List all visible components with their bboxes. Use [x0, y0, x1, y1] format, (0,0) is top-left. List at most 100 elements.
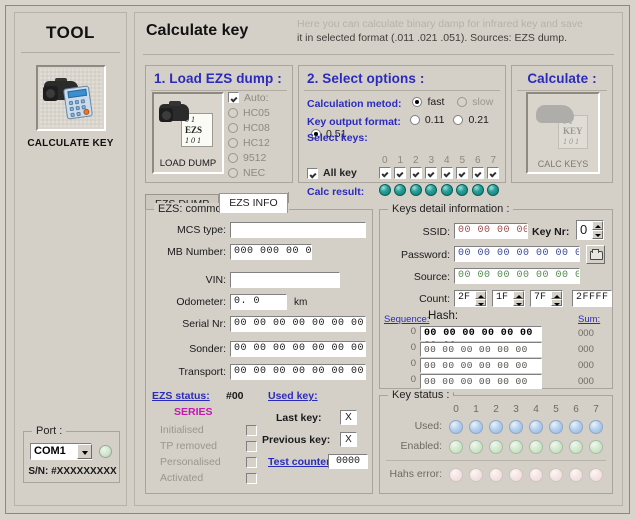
- key-status-indicators: [446, 440, 606, 454]
- transport-input[interactable]: 00 00 00 00 00 00 00 00: [230, 364, 366, 380]
- odometer-input[interactable]: 0. 0: [230, 294, 287, 310]
- spinner-buttons[interactable]: [513, 291, 524, 306]
- spinner-up-icon[interactable]: [513, 291, 524, 299]
- vin-input[interactable]: [230, 272, 340, 288]
- key-checkbox-2[interactable]: [409, 167, 422, 179]
- tab-ezs-info[interactable]: EZS INFO: [219, 193, 288, 213]
- hash-error-indicator-5: [549, 468, 563, 482]
- flag-checkbox-tp-removed[interactable]: [246, 441, 257, 452]
- radio-icon[interactable]: [228, 137, 238, 148]
- cpu-option-9512[interactable]: 9512: [228, 150, 290, 165]
- method-option-fast[interactable]: fast: [412, 96, 444, 108]
- radio-icon[interactable]: [228, 167, 238, 178]
- cpu-option-hc08[interactable]: HC08: [228, 120, 290, 135]
- enabled-indicator-0: [449, 440, 463, 454]
- source-input[interactable]: 00 00 00 00 00 00 00 00: [454, 268, 580, 284]
- radio-icon[interactable]: [228, 122, 238, 133]
- spinner-buttons[interactable]: [551, 291, 562, 306]
- ssid-input[interactable]: 00 00 00 00: [454, 223, 528, 239]
- hash-value-0[interactable]: 00 00 00 00 00 00 00 00: [420, 326, 542, 352]
- radio-icon[interactable]: [228, 107, 238, 118]
- auto-checkbox[interactable]: [228, 92, 239, 103]
- key-checkbox-0[interactable]: [378, 167, 391, 179]
- test-counter-link[interactable]: Test counter:: [268, 456, 334, 468]
- all-key-checkbox[interactable]: [307, 167, 318, 179]
- serial-nr-label: Serial Nr:: [182, 318, 226, 330]
- hash-error-indicator-6: [569, 468, 583, 482]
- load-dump-button[interactable]: 0 1 EZS 1 0 1 LOAD DUMP: [152, 92, 224, 174]
- spinner-up-icon[interactable]: [475, 291, 486, 299]
- method-option-slow[interactable]: slow: [457, 96, 493, 108]
- mb-number-label: MB Number:: [167, 246, 226, 258]
- browse-file-button[interactable]: [586, 245, 605, 264]
- spinner-buttons[interactable]: [592, 221, 603, 239]
- sonder-input[interactable]: 00 00 00 00 00 00 00 00: [230, 341, 366, 357]
- password-input[interactable]: 00 00 00 00 00 00 00 00: [454, 246, 580, 262]
- radio-icon[interactable]: [409, 115, 420, 125]
- hash-value-3[interactable]: 00 00 00 00 00 00 00 00: [420, 374, 542, 400]
- password-label: Password:: [400, 249, 450, 261]
- key-status-title: Key status :: [388, 389, 454, 401]
- ezs-status-code: #00: [226, 390, 244, 402]
- key-checkbox-6[interactable]: [471, 167, 484, 179]
- key-checkbox-4[interactable]: [440, 167, 453, 179]
- radio-icon[interactable]: [457, 97, 468, 107]
- calculate-key-tool-button[interactable]: [35, 65, 106, 131]
- key-nr-spinner[interactable]: 0: [576, 220, 604, 240]
- cpu-option-label: 9512: [243, 151, 267, 164]
- divider: [21, 52, 120, 53]
- key-checkbox-5[interactable]: [456, 167, 469, 179]
- last-key-value: X: [340, 410, 357, 425]
- flag-checkbox-activated[interactable]: [246, 473, 257, 484]
- radio-icon[interactable]: [453, 115, 464, 125]
- enabled-indicator-7: [589, 440, 603, 454]
- ezs-status-link[interactable]: EZS status:: [152, 390, 210, 402]
- calc-keys-button[interactable]: 0 1 KEY 1 0 1 CALC KEYS: [526, 92, 600, 174]
- count-spinner-1[interactable]: 1F: [492, 290, 525, 307]
- format-option-011[interactable]: 0.11: [409, 114, 445, 126]
- count-spinner-2[interactable]: 7F: [530, 290, 563, 307]
- spinner-up-icon[interactable]: [551, 291, 562, 299]
- source-label: Source:: [413, 271, 450, 283]
- divider: [386, 460, 606, 461]
- chevron-down-icon[interactable]: [77, 444, 92, 459]
- cpu-option-hc05[interactable]: HC05: [228, 105, 290, 120]
- hash-value-2[interactable]: 00 00 00 00 00 00 00 00: [420, 358, 542, 384]
- mb-number-input[interactable]: 000 000 00 00: [230, 244, 312, 260]
- key-checkbox-7[interactable]: [487, 167, 500, 179]
- spinner-buttons[interactable]: [475, 291, 486, 306]
- key-checkbox-1[interactable]: [394, 167, 407, 179]
- flag-checkbox-personalised[interactable]: [246, 457, 257, 468]
- key-checkbox-3[interactable]: [425, 167, 438, 179]
- format-option-021[interactable]: 0.21: [453, 114, 489, 126]
- used-key-link[interactable]: Used key:: [268, 390, 318, 402]
- hash-value-1[interactable]: 00 00 00 00 00 00 00 00: [420, 342, 542, 368]
- spinner-down-icon[interactable]: [513, 298, 524, 306]
- spinner-down-icon[interactable]: [475, 298, 486, 306]
- enabled-indicator-1: [469, 440, 483, 454]
- spinner-down-icon[interactable]: [551, 298, 562, 306]
- last-key-label: Last key:: [276, 412, 322, 424]
- sonder-label: Sonder:: [189, 343, 226, 355]
- calc-result-indicators: [377, 184, 501, 196]
- spinner-up-icon[interactable]: [592, 221, 603, 230]
- flag-checkbox-initialised[interactable]: [246, 425, 257, 436]
- ezs-icon-line3: 1 0 1: [185, 136, 201, 145]
- mcs-type-input[interactable]: [230, 222, 366, 238]
- spinner-down-icon[interactable]: [592, 230, 603, 239]
- key-number-headers: 0 1 2 3 4 5 6 7: [377, 155, 501, 166]
- ssid-label: SSID:: [422, 226, 450, 238]
- count-spinner-0[interactable]: 2F: [454, 290, 487, 307]
- all-key-checkbox-row[interactable]: All key: [307, 167, 357, 179]
- sequence-link[interactable]: Sequence:: [384, 314, 429, 325]
- radio-icon[interactable]: [228, 152, 238, 163]
- page-title: Calculate key: [146, 22, 249, 39]
- cpu-option-hc12[interactable]: HC12: [228, 135, 290, 150]
- calc-keys-button-label: CALC KEYS: [537, 159, 589, 169]
- radio-icon[interactable]: [412, 97, 423, 107]
- sum-link[interactable]: Sum:: [578, 314, 600, 325]
- auto-checkbox-row[interactable]: Auto:: [228, 90, 290, 105]
- serial-nr-input[interactable]: 00 00 00 00 00 00 00 00: [230, 316, 366, 332]
- used-indicator-5: [549, 420, 563, 434]
- cpu-option-nec[interactable]: NEC: [228, 165, 290, 180]
